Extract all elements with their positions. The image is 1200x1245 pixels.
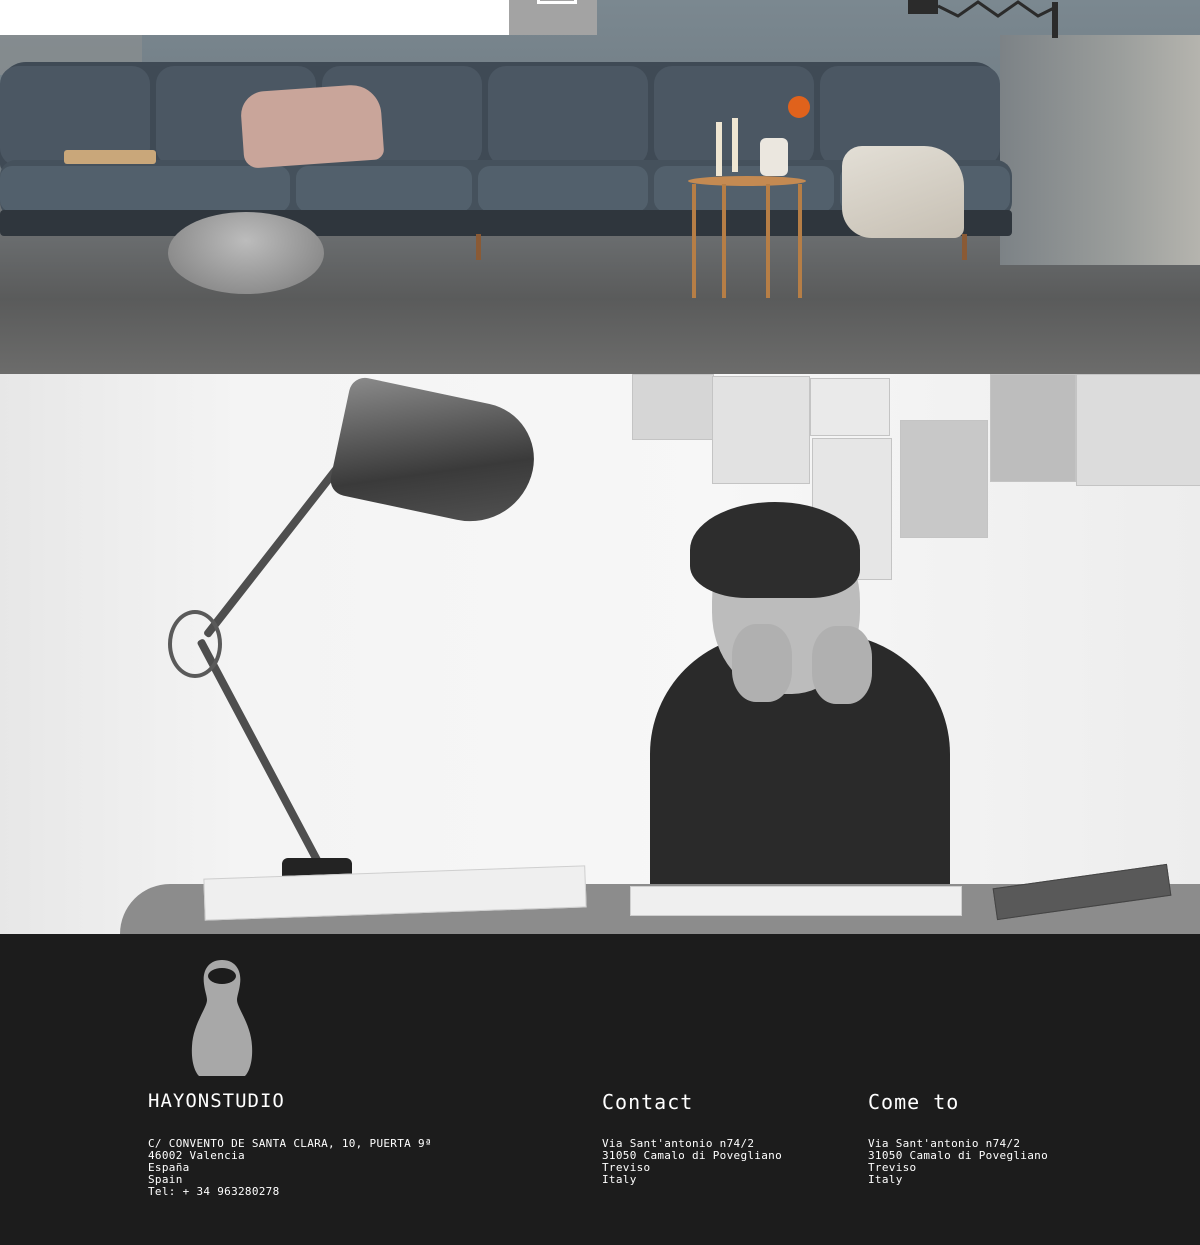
tray	[64, 150, 156, 164]
side-table-leg	[798, 184, 802, 298]
sofa-cushion	[488, 66, 648, 166]
studio-address: C/ CONVENTO DE SANTA CLARA, 10, PUERTA 9…	[148, 1138, 432, 1198]
wall-corner	[1000, 35, 1200, 265]
wall-poster	[632, 374, 714, 440]
pouf	[168, 212, 324, 294]
person-hand	[812, 626, 872, 704]
search-button-glyph-icon	[537, 0, 577, 4]
paper-stack	[630, 886, 962, 916]
designer-portrait-image	[0, 374, 1200, 934]
wall-poster	[1076, 374, 1200, 486]
wall-poster	[900, 420, 988, 538]
desk-lamp-shade	[327, 374, 545, 534]
sofa-leg	[962, 234, 967, 260]
wall-poster	[990, 374, 1076, 482]
brand-name: HAYONSTUDIO	[148, 1090, 285, 1112]
vase	[760, 138, 788, 176]
address-line: 46002 Valencia	[148, 1149, 245, 1162]
come-to-address: Via Sant'antonio n74/2 31050 Camalo di P…	[868, 1138, 1048, 1186]
come-to-heading: Come to	[868, 1090, 960, 1114]
lamp-spring	[168, 610, 222, 678]
pink-pillow	[239, 83, 385, 169]
sofa-seat-cushion	[478, 166, 648, 212]
sofa-seat-cushion	[0, 166, 290, 212]
search-input[interactable]	[0, 0, 509, 35]
sofa-leg	[476, 234, 481, 260]
top-bar	[0, 0, 1200, 35]
side-table-leg	[692, 184, 696, 298]
side-table-leg	[766, 184, 770, 298]
flower	[788, 96, 810, 118]
address-line: Italy	[602, 1173, 637, 1186]
contact-address: Via Sant'antonio n74/2 31050 Camalo di P…	[602, 1138, 782, 1186]
side-table-leg	[722, 184, 726, 298]
matryoshka-logo-icon	[191, 960, 253, 1076]
candle	[716, 122, 722, 176]
phone-line: Tel: + 34 963280278	[148, 1185, 280, 1198]
sofa-seat-cushion	[296, 166, 472, 212]
address-line: Italy	[868, 1173, 903, 1186]
sofa-seat-cushion	[654, 166, 834, 212]
candle	[732, 118, 738, 172]
hero-image-living-room	[0, 0, 1200, 374]
wall-poster	[810, 378, 890, 436]
side-table-top	[688, 176, 806, 186]
throw-blanket	[842, 146, 964, 238]
search-button[interactable]	[509, 0, 597, 35]
person-hair	[690, 502, 860, 598]
footer: HAYONSTUDIO C/ CONVENTO DE SANTA CLARA, …	[0, 934, 1200, 1245]
contact-heading: Contact	[602, 1090, 694, 1114]
address-line: España	[148, 1161, 190, 1174]
wall-poster	[712, 376, 810, 484]
person-hand	[732, 624, 792, 702]
